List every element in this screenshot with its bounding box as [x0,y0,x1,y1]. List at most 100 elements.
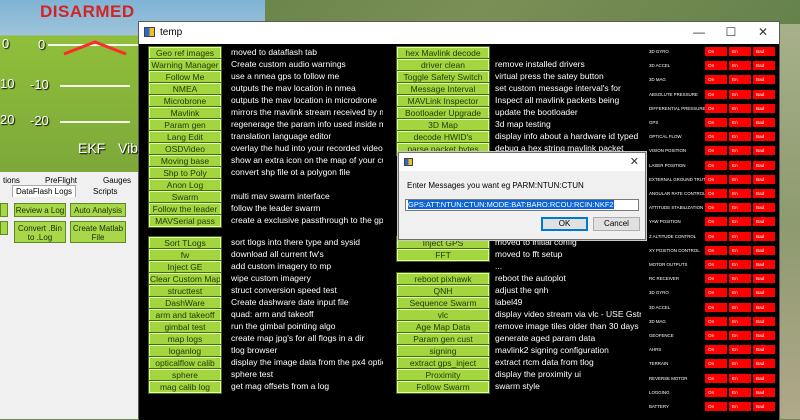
command-button[interactable]: MAVLink Inspector [396,94,490,108]
command-button[interactable]: MAVSerial pass [148,214,222,228]
command-description: display info about a hardware id typed [495,131,639,141]
command-description: moved to fft setup [495,249,563,259]
command-button[interactable]: gimbal test [148,320,222,334]
sensor-enabled-cell: En [729,89,751,99]
command-button[interactable]: mag calib log [148,380,222,394]
sensor-health-cell: Bad [753,118,775,127]
command-button[interactable]: Mavlink [148,106,222,120]
ekf-indicator[interactable]: EKF [78,140,105,156]
command-button[interactable]: Param gen cust [396,332,490,346]
command-description: download all current fw's [231,249,324,259]
sensor-present-cell: On [705,118,727,127]
convert-bin-button[interactable]: Convert .Bin to .Log [14,221,66,243]
command-button[interactable]: Warning Manager [148,58,222,72]
sensor-enabled-cell: En [729,288,751,298]
sensor-label: LOGGING [649,389,670,395]
command-button[interactable]: Sequence Swarm [396,296,490,310]
command-button[interactable]: Proximity [396,368,490,382]
command-button[interactable]: loganlog [148,344,222,358]
command-button[interactable]: extract gps_inject [396,356,490,370]
ok-button[interactable]: OK [541,217,588,231]
command-button[interactable]: Param gen [148,118,222,132]
dialog-prompt: Enter Messages you want eg PARM:NTUN:CTU… [407,181,584,190]
command-button[interactable]: vlc [396,308,490,322]
sensor-health-cell: Bad [753,402,775,411]
window-titlebar[interactable]: temp — ☐ ✕ [139,22,779,44]
sensor-enabled-cell: En [729,174,751,184]
command-button[interactable]: Shp to Poly [148,166,222,180]
command-button[interactable]: decode HWID's [396,130,490,144]
sensor-label: ABSOLUTE PRESSURE [649,91,698,97]
command-button[interactable]: Follow Me [148,70,222,84]
command-button[interactable]: Lang Edit [148,130,222,144]
command-description: swarm style [495,381,540,391]
command-button[interactable]: OSDVideo [148,142,222,156]
sensor-health-cell: Bad [753,146,775,156]
sensor-enabled-cell: En [729,203,751,213]
command-button[interactable]: Microbrone [148,94,222,108]
command-button[interactable]: signing [396,344,490,358]
dialog-close-button[interactable]: ✕ [630,155,639,168]
command-button[interactable]: Geo ref images [148,46,222,60]
vibe-indicator[interactable]: Vib [118,140,138,156]
command-button[interactable]: Anon Log [148,178,222,192]
command-button[interactable]: driver clean [396,58,490,72]
command-button[interactable]: reboot pixhawk [396,272,490,286]
command-button[interactable]: Message Interval [396,82,490,96]
data-panel: tions PreFlight Gauges DataFlash Logs Sc… [0,172,140,419]
sensor-label: 3D ACCEL [649,63,671,69]
sensor-enabled-cell: En [729,260,751,269]
sensor-present-cell: On [705,245,727,255]
command-button[interactable]: Toggle Safety Switch [396,70,490,84]
command-button[interactable]: Moving base [148,154,222,168]
command-button[interactable]: NMEA [148,82,222,96]
command-button[interactable]: sphere [148,368,222,382]
sensor-present-cell: On [705,402,727,411]
create-matlab-button[interactable]: Create Matlab File [70,221,126,243]
tab-dataflash-logs[interactable]: DataFlash Logs [12,185,77,197]
command-button[interactable]: DashWare [148,296,222,310]
command-button[interactable]: QNH [396,284,490,298]
sensor-label: 3D MAG [649,77,666,83]
command-description: regenerage the param info used inside mp [231,119,383,129]
command-button[interactable]: map logs [148,332,222,346]
messages-input[interactable]: GPS:ATT:NTUN:CTUN:MODE:BAT:BARO:RCOU:RCI… [405,199,639,211]
command-button[interactable]: opticalflow calib [148,356,222,370]
auto-analysis-button[interactable]: Auto Analysis [70,203,126,217]
cancel-button[interactable]: Cancel [593,217,640,231]
command-button[interactable]: Sort TLogs [148,236,222,250]
command-description: display video stream via vlc - USE Gstre… [495,309,641,319]
command-button[interactable]: FFT [396,248,490,262]
command-button[interactable]: fw [148,248,222,262]
tab-gauges[interactable]: Gauges [100,175,134,186]
command-button[interactable]: Clear Custom Maps [148,272,222,286]
sensor-present-cell: On [705,89,727,99]
command-button[interactable]: structtest [148,284,222,298]
tab-scripts[interactable]: Scripts [90,186,120,197]
command-description: follow the leader swarm [231,203,321,213]
command-description: get mag offsets from a log [231,381,330,391]
command-button[interactable]: Follow Swarm [396,380,490,394]
command-button[interactable]: 3D Map [396,118,490,132]
command-button[interactable]: Swarm [148,190,222,204]
command-description: quad: arm and takeoff [231,309,314,319]
maximize-button[interactable]: ☐ [715,22,747,44]
command-description: add custom imagery to mp [231,261,332,271]
partial-button[interactable] [0,203,8,217]
command-description: outputs the mav location in microdrone [231,95,377,105]
command-button[interactable]: Age Map Data [396,320,490,334]
command-description: Create custom audio warnings [231,59,346,69]
command-button[interactable]: Inject GE [148,260,222,274]
command-button[interactable]: arm and takeoff [148,308,222,322]
command-button[interactable]: Bootloader Upgrade [396,106,490,120]
sensor-label: 3D ACCEL [649,304,671,310]
partial-button[interactable] [0,221,8,235]
sensor-enabled-cell: En [729,387,751,397]
command-button[interactable]: Follow the leader [148,202,222,216]
command-description: tlog browser [231,345,278,355]
review-log-button[interactable]: Review a Log [14,203,66,217]
command-button[interactable]: hex Mavlink decode [396,46,490,60]
close-button[interactable]: ✕ [747,22,779,44]
command-description: multi mav swarm interface [231,191,330,201]
minimize-button[interactable]: — [683,22,715,44]
